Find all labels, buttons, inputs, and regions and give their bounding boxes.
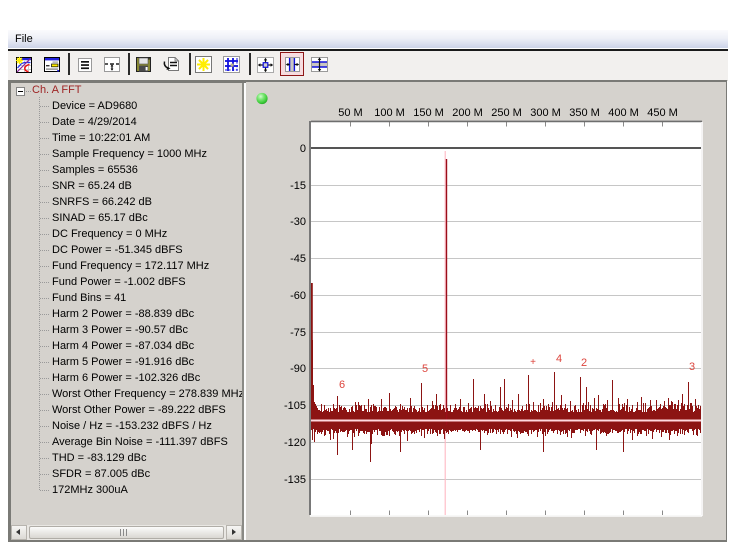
svg-text:3: 3 bbox=[689, 361, 695, 373]
svg-text:-90: -90 bbox=[290, 363, 306, 375]
svg-text:150 M: 150 M bbox=[413, 107, 444, 119]
svg-text:6: 6 bbox=[339, 379, 345, 391]
svg-text:250 M: 250 M bbox=[491, 107, 522, 119]
svg-text:-60: -60 bbox=[290, 290, 306, 302]
svg-text:50 M: 50 M bbox=[338, 107, 362, 119]
svg-text:-120: -120 bbox=[284, 437, 306, 449]
svg-text:-15: -15 bbox=[290, 180, 306, 192]
svg-text:-105: -105 bbox=[284, 400, 306, 412]
svg-text:300 M: 300 M bbox=[530, 107, 561, 119]
svg-text:5: 5 bbox=[422, 363, 428, 375]
svg-text:450 M: 450 M bbox=[647, 107, 678, 119]
svg-text:350 M: 350 M bbox=[569, 107, 600, 119]
svg-text:400 M: 400 M bbox=[608, 107, 639, 119]
svg-text:-135: -135 bbox=[284, 474, 306, 486]
svg-text:-45: -45 bbox=[290, 253, 306, 265]
svg-text:0: 0 bbox=[300, 143, 306, 155]
svg-text:-75: -75 bbox=[290, 327, 306, 339]
svg-text:100 M: 100 M bbox=[374, 107, 405, 119]
svg-text:+: + bbox=[530, 357, 536, 368]
svg-text:4: 4 bbox=[556, 353, 562, 365]
svg-text:2: 2 bbox=[581, 357, 587, 369]
svg-text:200 M: 200 M bbox=[452, 107, 483, 119]
svg-text:-30: -30 bbox=[290, 216, 306, 228]
